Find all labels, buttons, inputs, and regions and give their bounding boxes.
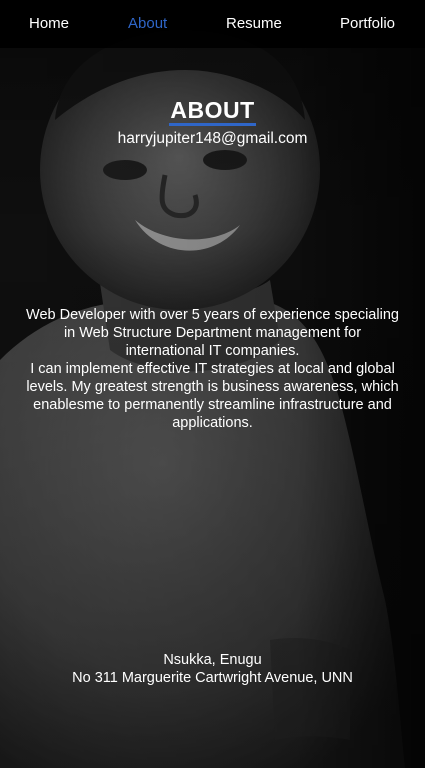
address-location: Nsukka, Enugu	[163, 652, 262, 668]
nav-item-resume[interactable]: Resume	[226, 15, 282, 33]
nav-item-home[interactable]: Home	[29, 15, 69, 33]
address: Nsukka, Enugu No 311 Marguerite Cartwrig…	[0, 651, 425, 687]
bio-paragraph-1: Web Developer with over 5 years of exper…	[26, 307, 399, 359]
address-street: No 311 Marguerite Cartwright Avenue, UNN	[72, 670, 353, 686]
nav-item-about[interactable]: About	[128, 15, 167, 33]
bio-text: Web Developer with over 5 years of exper…	[26, 306, 399, 432]
page-title-text: ABOUT	[169, 98, 256, 126]
nav-item-portfolio[interactable]: Portfolio	[340, 15, 395, 33]
bio-paragraph-2: I can implement effective IT strategies …	[26, 361, 399, 431]
about-page: Home About Resume Portfolio ABOUT harryj…	[0, 0, 425, 768]
about-content: ABOUT harryjupiter148@gmail.com Web Deve…	[0, 0, 425, 768]
email-address: harryjupiter148@gmail.com	[117, 130, 308, 147]
page-title: ABOUT	[0, 96, 425, 126]
top-navigation: Home About Resume Portfolio	[0, 0, 425, 48]
